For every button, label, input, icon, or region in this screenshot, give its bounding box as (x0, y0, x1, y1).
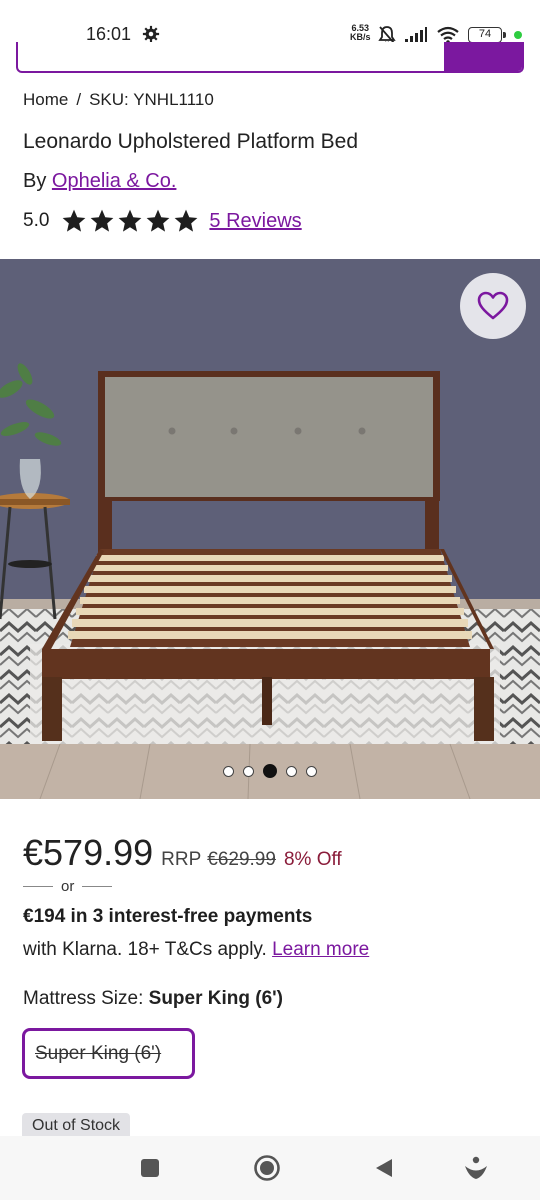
home-circle-icon (254, 1155, 280, 1181)
breadcrumb: Home / SKU: YNHL1110 (23, 90, 214, 110)
breadcrumb-sku: SKU: YNHL1110 (89, 90, 214, 109)
star-icon (91, 209, 114, 232)
carousel-dot[interactable] (286, 765, 297, 777)
assistant-button[interactable] (462, 1154, 490, 1182)
heart-icon (477, 291, 509, 320)
star-rating (61, 208, 201, 234)
carousel-dots (0, 764, 540, 778)
klarna-terms-text: with Klarna. 18+ T&Cs apply. (23, 939, 267, 960)
rrp-label: RRP (161, 849, 202, 870)
back-button[interactable] (370, 1154, 398, 1182)
breadcrumb-home[interactable]: Home (23, 90, 68, 110)
size-label-text: Mattress Size: (23, 988, 144, 1009)
search-button[interactable] (444, 42, 522, 71)
favorite-button[interactable] (460, 273, 526, 339)
carousel-dot[interactable] (306, 765, 317, 777)
search-bar[interactable] (16, 42, 524, 73)
or-divider: or (23, 878, 113, 895)
mattress-size-label: Mattress Size: Super King (6') (23, 988, 283, 1010)
carousel-dot[interactable] (263, 764, 277, 778)
active-dot-icon (514, 31, 522, 39)
star-icon (63, 209, 86, 232)
system-nav-bar (0, 1136, 540, 1200)
star-icon (147, 209, 170, 232)
star-icon (175, 209, 198, 232)
sale-price: €579.99 (23, 832, 154, 873)
bed-photo (0, 259, 540, 799)
divider-line-right (82, 886, 113, 887)
divider-line-left (23, 886, 53, 887)
rrp-price: €629.99 (207, 849, 276, 870)
recents-button[interactable] (136, 1154, 164, 1182)
selected-size: Super King (6') (148, 988, 284, 1009)
rating-value: 5.0 (23, 210, 50, 231)
or-text: or (61, 878, 75, 895)
product-image-carousel[interactable] (0, 259, 540, 799)
price-row: €579.99 RRP €629.99 8% Off (23, 832, 342, 874)
breadcrumb-separator: / (76, 90, 82, 109)
net-speed: 6.53 KB/s (350, 24, 371, 42)
assistant-icon (465, 1156, 487, 1179)
product-title: Leonardo Upholstered Platform Bed (23, 130, 359, 153)
carousel-dot[interactable] (243, 765, 254, 777)
by-label: By (23, 170, 47, 192)
home-button[interactable] (253, 1154, 281, 1182)
product-byline: By Ophelia & Co. (23, 170, 176, 193)
settings-icon (142, 25, 160, 43)
size-option-super-king[interactable]: Super King (6') (22, 1028, 195, 1079)
carousel-dot[interactable] (223, 765, 234, 777)
brand-link[interactable]: Ophelia & Co. (52, 170, 177, 192)
net-speed-unit: KB/s (350, 32, 371, 42)
klarna-terms: with Klarna. 18+ T&Cs apply. Learn more (23, 939, 369, 961)
star-icon (119, 209, 142, 232)
rating-row: 5.0 5 Reviews (23, 206, 302, 236)
reviews-link[interactable]: 5 Reviews (209, 210, 301, 233)
stock-badge: Out of Stock (22, 1113, 131, 1137)
discount-badge: 8% Off (283, 849, 342, 870)
battery-icon: 74 (468, 27, 506, 43)
klarna-installments: €194 in 3 interest-free payments (23, 906, 313, 927)
learn-more-link[interactable]: Learn more (272, 939, 369, 960)
back-triangle-icon (376, 1159, 392, 1177)
recents-square-icon (141, 1159, 159, 1177)
